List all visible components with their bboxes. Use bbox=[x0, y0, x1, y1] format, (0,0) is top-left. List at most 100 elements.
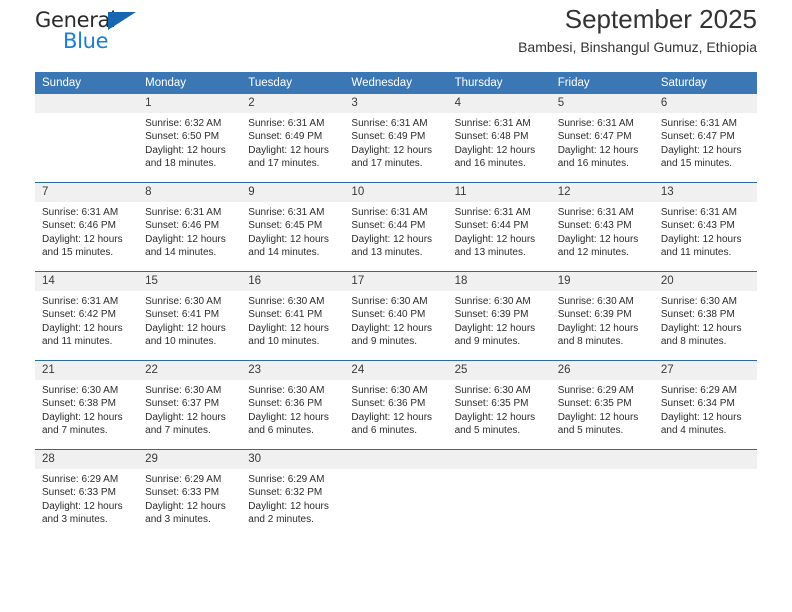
calendar-day-cell[interactable]: 12 Sunrise: 6:31 AM Sunset: 6:43 PM Dayligh… bbox=[550, 182, 654, 272]
day-cell-content: 11 Sunrise: 6:31 AM Sunset: 6:44 PM Dayligh… bbox=[447, 183, 551, 271]
calendar-day-cell[interactable]: 1 Sunrise: 6:32 AM Sunset: 6:50 PM Daylight… bbox=[138, 94, 242, 183]
weekday-header-monday: Monday bbox=[138, 72, 242, 94]
day-number bbox=[653, 450, 757, 469]
sunset-text: Sunset: 6:45 PM bbox=[248, 220, 323, 232]
day-number: 13 bbox=[653, 183, 757, 202]
title-block: September 2025 Bambesi, Binshangul Gumuz… bbox=[518, 2, 757, 58]
calendar-day-cell[interactable]: 8 Sunrise: 6:31 AM Sunset: 6:46 PM Daylight… bbox=[138, 182, 242, 272]
calendar-day-cell[interactable]: 30 Sunrise: 6:29 AM Sunset: 6:32 PM Dayligh… bbox=[241, 449, 345, 538]
day-details: Sunrise: 6:31 AM Sunset: 6:47 PM Daylight:… bbox=[654, 113, 757, 171]
daylight-text-line2: and 9 minutes. bbox=[454, 336, 521, 348]
day-cell-content: 14 Sunrise: 6:31 AM Sunset: 6:42 PM Dayligh… bbox=[35, 272, 139, 360]
generalblue-logo: General Blue bbox=[35, 8, 165, 56]
sunrise-text: Sunrise: 6:29 AM bbox=[557, 385, 634, 396]
calendar-week-row: 28 Sunrise: 6:29 AM Sunset: 6:33 PM Dayligh… bbox=[35, 449, 757, 538]
calendar-day-cell[interactable]: 23 Sunrise: 6:30 AM Sunset: 6:36 PM Dayligh… bbox=[241, 360, 345, 450]
calendar-day-cell[interactable]: 17 Sunrise: 6:30 AM Sunset: 6:40 PM Dayligh… bbox=[344, 271, 448, 361]
calendar-day-cell[interactable]: 25 Sunrise: 6:30 AM Sunset: 6:35 PM Dayligh… bbox=[447, 360, 551, 450]
calendar-day-cell[interactable]: 5 Sunrise: 6:31 AM Sunset: 6:47 PM Daylight… bbox=[550, 94, 654, 183]
daylight-text-line2: and 13 minutes. bbox=[351, 247, 423, 259]
sunrise-text: Sunrise: 6:30 AM bbox=[145, 296, 222, 307]
sunset-text: Sunset: 6:40 PM bbox=[351, 309, 426, 321]
calendar-day-cell[interactable]: 16 Sunrise: 6:30 AM Sunset: 6:41 PM Dayligh… bbox=[241, 271, 345, 361]
day-number: 29 bbox=[138, 450, 242, 469]
logo-text-blue: Blue bbox=[63, 29, 109, 53]
day-cell-content: 23 Sunrise: 6:30 AM Sunset: 6:36 PM Dayligh… bbox=[241, 361, 345, 449]
daylight-text-line2: and 5 minutes. bbox=[557, 425, 624, 437]
calendar-day-cell[interactable]: 9 Sunrise: 6:31 AM Sunset: 6:45 PM Daylight… bbox=[241, 182, 345, 272]
calendar-day-cell[interactable]: 13 Sunrise: 6:31 AM Sunset: 6:43 PM Dayligh… bbox=[653, 182, 757, 272]
sunrise-text: Sunrise: 6:29 AM bbox=[145, 474, 222, 485]
calendar-day-cell[interactable]: 24 Sunrise: 6:30 AM Sunset: 6:36 PM Dayligh… bbox=[344, 360, 448, 450]
calendar-day-cell[interactable]: 15 Sunrise: 6:30 AM Sunset: 6:41 PM Dayligh… bbox=[138, 271, 242, 361]
calendar-body: 1 Sunrise: 6:32 AM Sunset: 6:50 PM Daylight… bbox=[35, 94, 757, 538]
calendar-day-cell[interactable]: 18 Sunrise: 6:30 AM Sunset: 6:39 PM Dayligh… bbox=[447, 271, 551, 361]
daylight-text-line2: and 5 minutes. bbox=[454, 425, 521, 437]
daylight-text-line2: and 16 minutes. bbox=[557, 158, 629, 170]
sunrise-text: Sunrise: 6:31 AM bbox=[557, 118, 634, 129]
day-cell-content: 13 Sunrise: 6:31 AM Sunset: 6:43 PM Dayligh… bbox=[653, 183, 757, 271]
calendar-day-cell[interactable]: 7 Sunrise: 6:31 AM Sunset: 6:46 PM Daylight… bbox=[35, 182, 139, 272]
sunset-text: Sunset: 6:39 PM bbox=[454, 309, 529, 321]
sunset-text: Sunset: 6:49 PM bbox=[351, 131, 426, 143]
daylight-text-line1: Daylight: 12 hours bbox=[557, 322, 639, 334]
daylight-text-line1: Daylight: 12 hours bbox=[351, 144, 433, 156]
calendar-day-cell[interactable]: 22 Sunrise: 6:30 AM Sunset: 6:37 PM Dayligh… bbox=[138, 360, 242, 450]
daylight-text-line1: Daylight: 12 hours bbox=[145, 411, 226, 423]
day-number: 3 bbox=[344, 94, 448, 113]
day-cell-content: 5 Sunrise: 6:31 AM Sunset: 6:47 PM Daylight… bbox=[550, 94, 654, 182]
sunset-text: Sunset: 6:38 PM bbox=[660, 309, 735, 321]
calendar-day-cell[interactable]: 21 Sunrise: 6:30 AM Sunset: 6:38 PM Dayligh… bbox=[35, 360, 139, 450]
sunset-text: Sunset: 6:34 PM bbox=[660, 398, 735, 410]
sunrise-text: Sunrise: 6:30 AM bbox=[557, 296, 634, 307]
day-details: Sunrise: 6:30 AM Sunset: 6:37 PM Daylight:… bbox=[138, 380, 241, 438]
day-details: Sunrise: 6:30 AM Sunset: 6:39 PM Daylight:… bbox=[448, 291, 551, 349]
day-cell-content: 27 Sunrise: 6:29 AM Sunset: 6:34 PM Dayligh… bbox=[653, 361, 757, 449]
sunset-text: Sunset: 6:48 PM bbox=[454, 131, 529, 143]
sunset-text: Sunset: 6:36 PM bbox=[248, 398, 323, 410]
daylight-text-line2: and 18 minutes. bbox=[145, 158, 217, 170]
day-number: 30 bbox=[241, 450, 345, 469]
daylight-text-line1: Daylight: 12 hours bbox=[42, 500, 123, 512]
daylight-text-line2: and 6 minutes. bbox=[351, 425, 418, 437]
calendar-day-cell[interactable]: 14 Sunrise: 6:31 AM Sunset: 6:42 PM Dayligh… bbox=[35, 271, 139, 361]
day-cell-content: 18 Sunrise: 6:30 AM Sunset: 6:39 PM Dayligh… bbox=[447, 272, 551, 360]
sunrise-text: Sunrise: 6:29 AM bbox=[660, 385, 737, 396]
sunrise-text: Sunrise: 6:30 AM bbox=[42, 385, 119, 396]
calendar-day-cell[interactable]: 10 Sunrise: 6:31 AM Sunset: 6:44 PM Dayligh… bbox=[344, 182, 448, 272]
day-cell-content: 2 Sunrise: 6:31 AM Sunset: 6:49 PM Daylight… bbox=[241, 94, 345, 182]
day-number: 7 bbox=[35, 183, 139, 202]
sunset-text: Sunset: 6:47 PM bbox=[557, 131, 632, 143]
day-details: Sunrise: 6:30 AM Sunset: 6:35 PM Daylight:… bbox=[448, 380, 551, 438]
day-cell-content: 26 Sunrise: 6:29 AM Sunset: 6:35 PM Dayligh… bbox=[550, 361, 654, 449]
sunset-text: Sunset: 6:35 PM bbox=[557, 398, 632, 410]
calendar-day-cell[interactable]: 27 Sunrise: 6:29 AM Sunset: 6:34 PM Dayligh… bbox=[653, 360, 757, 450]
weekday-header-thursday: Thursday bbox=[447, 72, 551, 94]
calendar-day-cell[interactable]: 4 Sunrise: 6:31 AM Sunset: 6:48 PM Daylight… bbox=[447, 94, 551, 183]
day-number: 10 bbox=[344, 183, 448, 202]
sunset-text: Sunset: 6:47 PM bbox=[660, 131, 735, 143]
calendar-day-cell[interactable]: 6 Sunrise: 6:31 AM Sunset: 6:47 PM Daylight… bbox=[653, 94, 757, 183]
sunset-text: Sunset: 6:33 PM bbox=[145, 487, 220, 499]
calendar-day-cell[interactable]: 19 Sunrise: 6:30 AM Sunset: 6:39 PM Dayligh… bbox=[550, 271, 654, 361]
day-number: 18 bbox=[447, 272, 551, 291]
weekday-header-sunday: Sunday bbox=[35, 72, 139, 94]
day-number: 28 bbox=[35, 450, 139, 469]
calendar-day-cell[interactable]: 29 Sunrise: 6:29 AM Sunset: 6:33 PM Dayligh… bbox=[138, 449, 242, 538]
calendar-day-cell[interactable]: 11 Sunrise: 6:31 AM Sunset: 6:44 PM Dayligh… bbox=[447, 182, 551, 272]
sunset-text: Sunset: 6:38 PM bbox=[42, 398, 116, 410]
calendar-day-cell[interactable]: 20 Sunrise: 6:30 AM Sunset: 6:38 PM Dayligh… bbox=[653, 271, 757, 361]
daylight-text-line1: Daylight: 12 hours bbox=[248, 322, 329, 334]
day-number: 19 bbox=[550, 272, 654, 291]
calendar-day-cell[interactable]: 26 Sunrise: 6:29 AM Sunset: 6:35 PM Dayligh… bbox=[550, 360, 654, 450]
daylight-text-line2: and 11 minutes. bbox=[660, 247, 732, 259]
calendar-day-cell[interactable]: 28 Sunrise: 6:29 AM Sunset: 6:33 PM Dayligh… bbox=[35, 449, 139, 538]
day-details: Sunrise: 6:30 AM Sunset: 6:39 PM Daylight:… bbox=[551, 291, 654, 349]
day-details: Sunrise: 6:31 AM Sunset: 6:45 PM Daylight:… bbox=[241, 202, 344, 260]
calendar-day-cell[interactable]: 2 Sunrise: 6:31 AM Sunset: 6:49 PM Daylight… bbox=[241, 94, 345, 183]
calendar-day-cell[interactable]: 3 Sunrise: 6:31 AM Sunset: 6:49 PM Daylight… bbox=[344, 94, 448, 183]
daylight-text-line2: and 11 minutes. bbox=[42, 336, 113, 348]
day-cell-content: 15 Sunrise: 6:30 AM Sunset: 6:41 PM Dayligh… bbox=[138, 272, 242, 360]
daylight-text-line2: and 2 minutes. bbox=[248, 514, 314, 526]
day-cell-content: 28 Sunrise: 6:29 AM Sunset: 6:33 PM Dayligh… bbox=[35, 450, 139, 538]
